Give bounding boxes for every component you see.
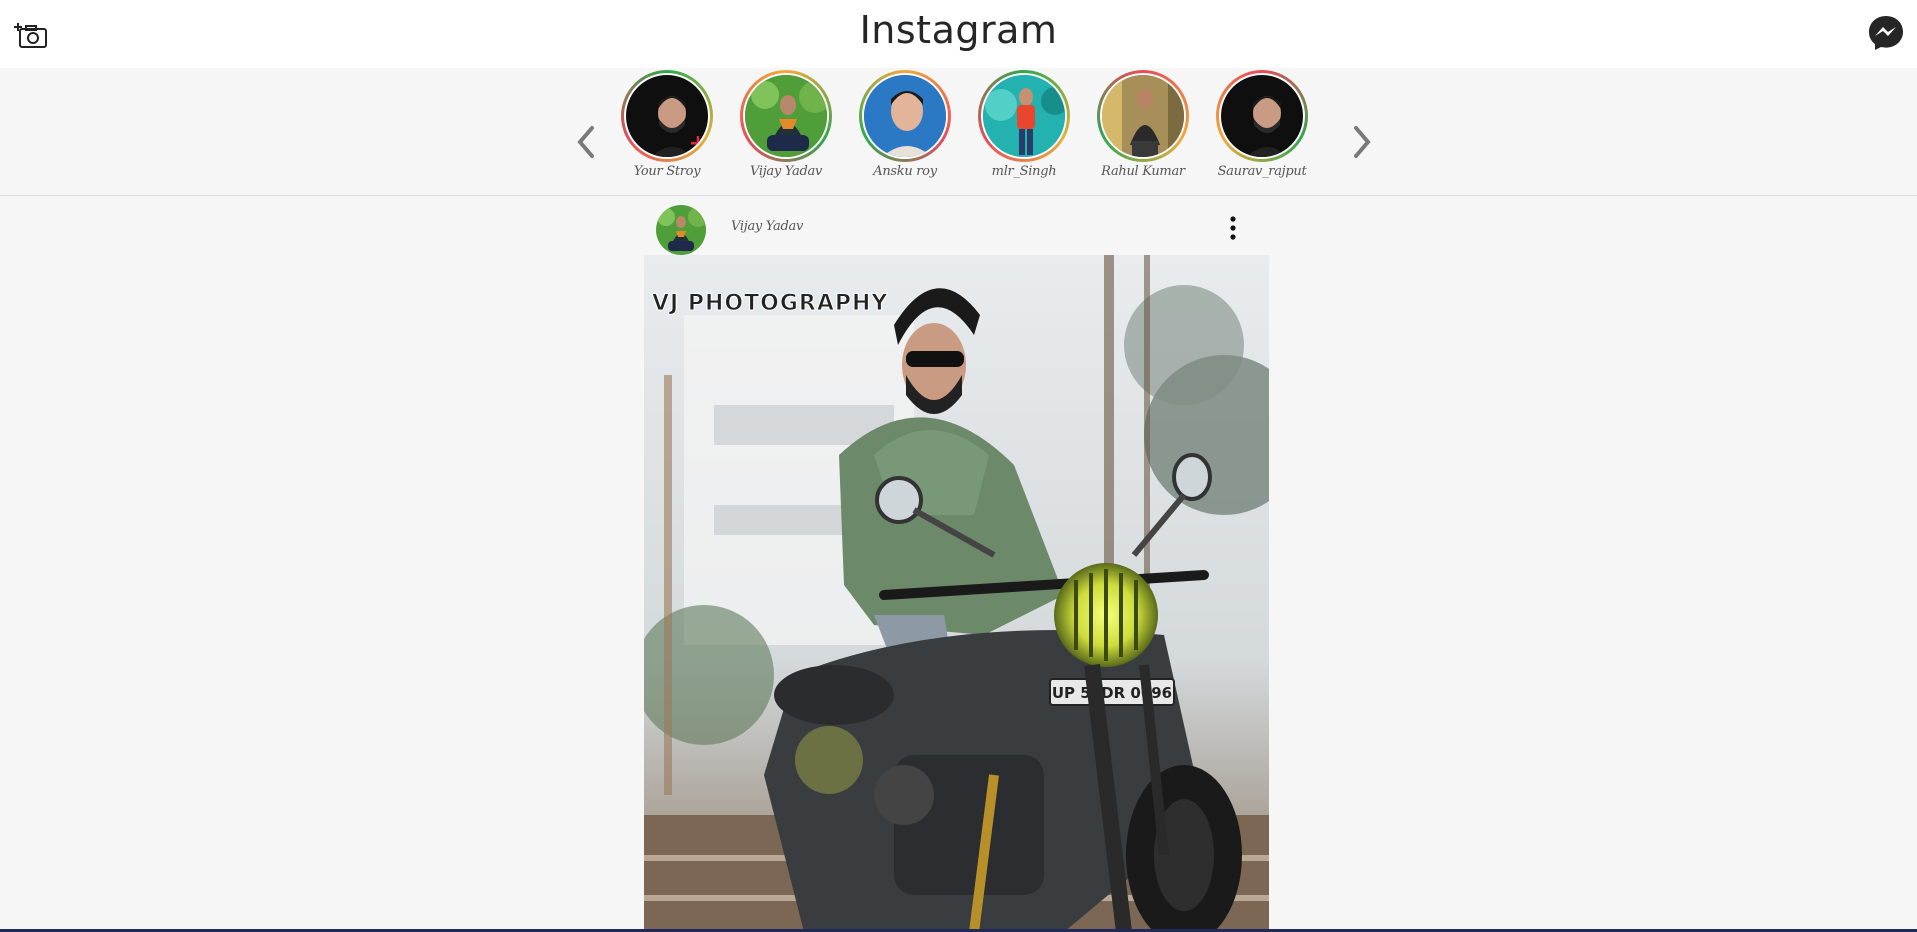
post-photo[interactable]: UP 53DR 0696 VJ PHOTOGRAPHY: [644, 255, 1269, 932]
story-item-your-story[interactable]: + Your Stroy: [619, 70, 715, 179]
story-label: mlr_Singh: [991, 164, 1057, 179]
stories-bar: + Your Stroy Vijay Yadav Ansku roy mlr_S…: [0, 68, 1917, 196]
more-vertical-icon[interactable]: [1224, 215, 1242, 241]
story-ring: [740, 70, 832, 162]
story-label: Saurav_rajput: [1217, 164, 1307, 179]
story-item-ansku-roy[interactable]: Ansku roy: [857, 70, 953, 179]
avatar: +: [624, 73, 710, 159]
story-item-saurav-rajput[interactable]: Saurav_rajput: [1214, 70, 1310, 179]
watermark: VJ PHOTOGRAPHY: [651, 291, 889, 317]
story-label: Rahul Kumar: [1101, 164, 1185, 179]
messenger-icon[interactable]: [1867, 14, 1905, 52]
story-label: Your Stroy: [633, 164, 701, 179]
story-ring: +: [621, 70, 713, 162]
story-ring: [1216, 70, 1308, 162]
avatar: [1100, 73, 1186, 159]
license-plate: UP 53DR 0696: [1052, 684, 1172, 702]
story-ring: [859, 70, 951, 162]
post-username[interactable]: Vijay Yadav: [731, 219, 803, 234]
post-header: Vijay Yadav: [644, 197, 1269, 255]
story-ring: [1097, 70, 1189, 162]
story-item-vijay-yadav[interactable]: Vijay Yadav: [738, 70, 834, 179]
avatar: [981, 73, 1067, 159]
chevron-right-icon[interactable]: [1348, 124, 1376, 160]
story-ring: [978, 70, 1070, 162]
add-story-plus-icon: +: [688, 131, 708, 156]
top-bar: Instagram: [0, 0, 1917, 68]
story-list: + Your Stroy Vijay Yadav Ansku roy mlr_S…: [619, 70, 1319, 190]
feed-post: Vijay Yadav UP 53DR 0696 VJ PHOTOGRAPHY: [644, 197, 1269, 932]
app-title: Instagram: [859, 8, 1058, 52]
avatar[interactable]: [656, 205, 706, 255]
avatar: [1219, 73, 1305, 159]
avatar: [743, 73, 829, 159]
post-photo-illustration: UP 53DR 0696: [644, 255, 1269, 932]
story-label: Vijay Yadav: [749, 164, 822, 179]
avatar: [862, 73, 948, 159]
chevron-left-icon[interactable]: [572, 124, 600, 160]
story-item-rahul-kumar[interactable]: Rahul Kumar: [1095, 70, 1191, 179]
story-label: Ansku roy: [873, 164, 937, 179]
story-item-mlr-singh[interactable]: mlr_Singh: [976, 70, 1072, 179]
